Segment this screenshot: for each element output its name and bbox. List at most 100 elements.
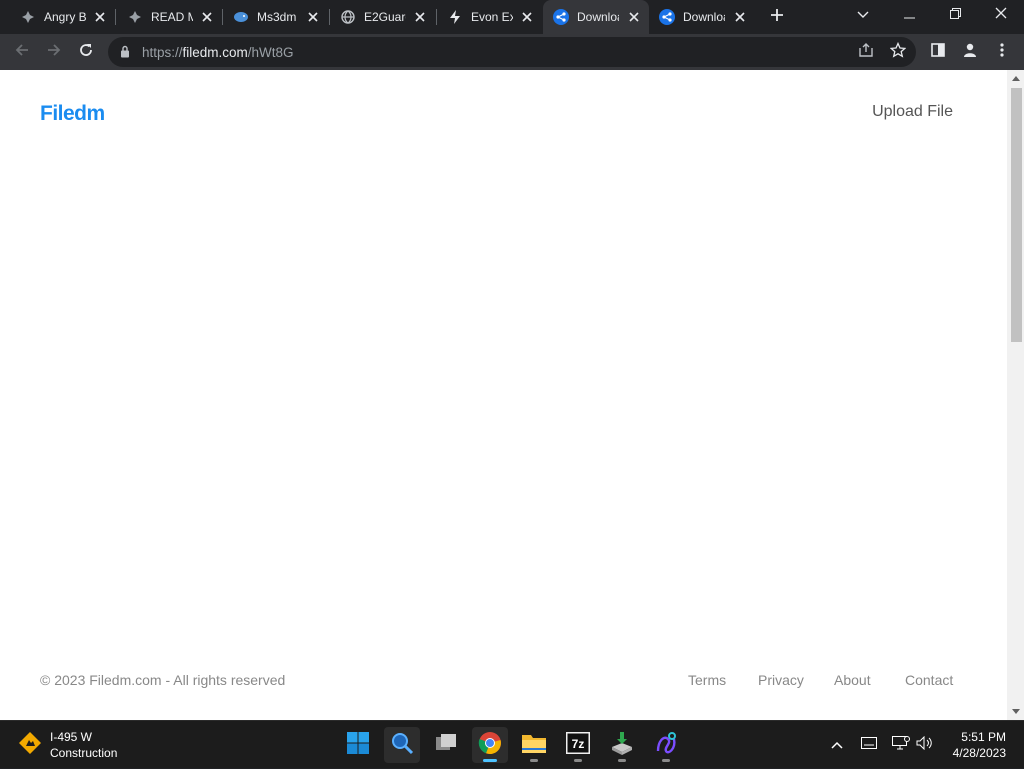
keyboard-tray-button[interactable] <box>858 721 880 769</box>
download-installer-icon <box>609 731 635 760</box>
close-icon[interactable] <box>307 10 320 24</box>
url-text: https://filedm.com/hWt8G <box>142 45 294 60</box>
tab-title: Ms3dm <box>257 10 297 24</box>
share-page-button[interactable] <box>852 38 880 66</box>
close-icon <box>995 6 1007 24</box>
windows-taskbar: I-495 W Construction 7z 5:51 PM 4/28/202… <box>0 720 1024 768</box>
reload-button[interactable] <box>72 38 100 66</box>
fish-icon <box>233 9 249 25</box>
restore-button[interactable] <box>932 0 978 30</box>
avatar-icon <box>962 42 978 63</box>
url-scheme: https:// <box>142 45 183 60</box>
tab-download[interactable]: Download <box>649 0 755 34</box>
minimize-button[interactable] <box>886 0 932 30</box>
network-icon <box>892 735 910 755</box>
footer-copyright: © 2023 Filedm.com - All rights reserved <box>40 672 286 688</box>
traffic-warning-icon <box>18 731 42 760</box>
clock-date: 4/28/2023 <box>952 746 1006 760</box>
app-icon <box>654 731 678 760</box>
tab-download-active[interactable]: Download <box>543 0 649 34</box>
close-window-button[interactable] <box>978 0 1024 30</box>
search-button[interactable] <box>384 727 420 763</box>
scroll-up-icon[interactable] <box>1011 74 1020 83</box>
forward-button[interactable] <box>40 38 68 66</box>
share-icon <box>553 9 569 25</box>
tab-read-me[interactable]: READ ME <box>107 0 222 34</box>
running-indicator <box>662 759 670 762</box>
lock-icon[interactable] <box>120 45 130 63</box>
tab-title: Download <box>577 10 619 24</box>
svg-text:7z: 7z <box>572 737 585 751</box>
folder-icon <box>521 732 547 759</box>
taskbar-clock[interactable]: 5:51 PM 4/28/2023 <box>953 729 1006 761</box>
side-panel-button[interactable] <box>924 38 952 66</box>
task-view-button[interactable] <box>428 727 464 763</box>
tab-evon-exploit[interactable]: Evon Exploit <box>427 0 542 34</box>
kebab-menu-icon <box>1000 42 1004 63</box>
installer-button[interactable] <box>604 727 640 763</box>
windows-logo-icon <box>346 731 370 760</box>
upload-file-link[interactable]: Upload File <box>872 103 953 121</box>
tab-e2guardian[interactable]: E2Guardian <box>320 0 435 34</box>
restore-icon <box>949 6 961 24</box>
close-icon[interactable] <box>414 10 427 24</box>
vertical-scrollbar[interactable] <box>1007 70 1024 720</box>
tab-strip: Angry Birds READ ME Ms3dm E2Guardian <box>0 0 1024 34</box>
footer-link-privacy[interactable]: Privacy <box>758 672 804 688</box>
running-indicator <box>530 759 538 762</box>
close-icon[interactable] <box>521 10 534 24</box>
start-button[interactable] <box>340 727 376 763</box>
app-taskbar-button[interactable] <box>648 727 684 763</box>
tab-title: Evon Exploit <box>471 10 513 24</box>
site-logo[interactable]: Filedm <box>40 102 105 126</box>
network-tray-button[interactable] <box>890 721 912 769</box>
weather-subtitle: Construction <box>50 746 118 760</box>
chrome-icon <box>478 731 502 760</box>
7zip-button[interactable]: 7z <box>560 727 596 763</box>
close-icon[interactable] <box>201 10 214 24</box>
back-button[interactable] <box>8 38 36 66</box>
footer-link-terms[interactable]: Terms <box>688 672 726 688</box>
tablet-icon <box>861 736 877 754</box>
url-path: /hWt8G <box>247 45 294 60</box>
menu-button[interactable] <box>988 38 1016 66</box>
profile-button[interactable] <box>956 38 984 66</box>
running-indicator <box>574 759 582 762</box>
tab-title: E2Guardian <box>364 10 406 24</box>
volume-tray-button[interactable] <box>914 721 936 769</box>
tab-angry-birds[interactable]: Angry Birds <box>0 0 115 34</box>
scrollbar-thumb[interactable] <box>1011 88 1022 342</box>
search-icon <box>390 731 414 760</box>
tray-overflow-button[interactable] <box>822 721 852 769</box>
arrow-left-icon <box>14 42 30 63</box>
new-tab-button[interactable] <box>766 6 788 28</box>
close-icon[interactable] <box>627 10 641 24</box>
close-icon[interactable] <box>94 10 107 24</box>
tab-ms3dm[interactable]: Ms3dm <box>213 0 328 34</box>
chrome-taskbar-button[interactable] <box>472 727 508 763</box>
file-explorer-button[interactable] <box>516 727 552 763</box>
footer-link-contact[interactable]: Contact <box>905 672 953 688</box>
close-icon[interactable] <box>733 10 747 24</box>
weather-widget[interactable]: I-495 W Construction <box>18 729 117 761</box>
bookmark-button[interactable] <box>884 38 912 66</box>
share-icon <box>659 9 675 25</box>
active-indicator <box>483 759 497 762</box>
task-view-icon <box>434 731 458 760</box>
minimize-icon <box>903 6 915 24</box>
tab-search-button[interactable] <box>840 0 886 30</box>
7zip-icon: 7z <box>566 731 590 759</box>
footer-link-about[interactable]: About <box>834 672 871 688</box>
browser-toolbar: https://filedm.com/hWt8G <box>0 34 1024 70</box>
puzzle-icon <box>127 9 143 25</box>
running-indicator <box>618 759 626 762</box>
globe-icon <box>340 9 356 25</box>
side-panel-icon <box>931 42 945 62</box>
arrow-right-icon <box>46 42 62 63</box>
scroll-down-icon[interactable] <box>1011 707 1020 716</box>
address-bar[interactable]: https://filedm.com/hWt8G <box>108 37 916 67</box>
tab-title: READ ME <box>151 10 193 24</box>
url-host: filedm.com <box>182 45 248 60</box>
bolt-icon <box>447 9 463 25</box>
speaker-icon <box>916 735 934 755</box>
